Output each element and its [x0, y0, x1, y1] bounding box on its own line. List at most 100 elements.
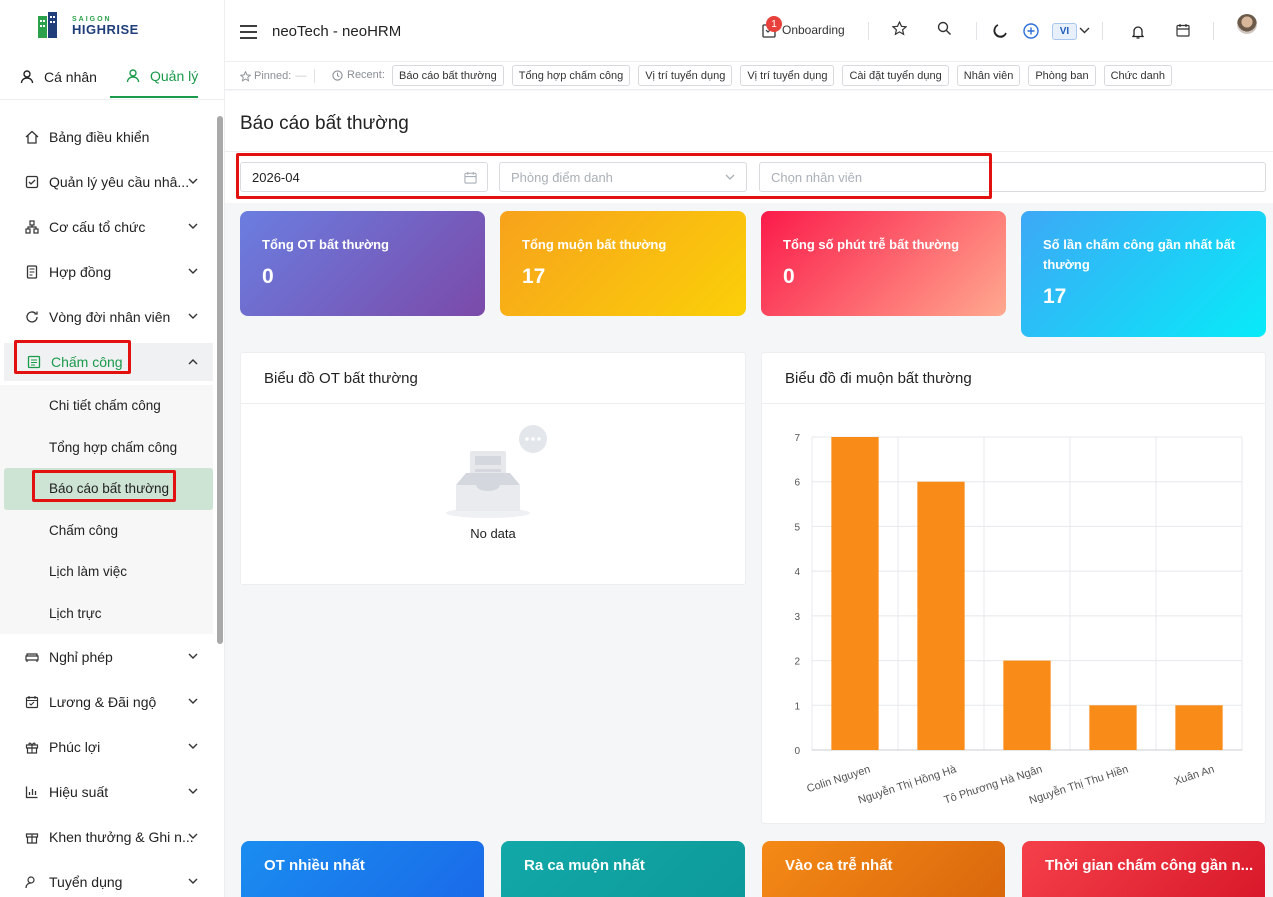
late-chart-panel: Biểu đồ đi muộn bất thường 0 1 2 3 4 5 6 7 Colin… [761, 352, 1266, 824]
clock-icon [332, 69, 343, 81]
card-latest-checkout[interactable]: Ra ca muộn nhất [501, 841, 745, 897]
late-bar-chart: 01234567Colin NguyenNguyễn Thị Hồng HàTô… [794, 433, 1243, 807]
stat-card-latest-check[interactable]: Số lần chấm công gần nhất bất thường 17 [1021, 211, 1266, 337]
stat-value: 0 [783, 265, 795, 288]
sidebar-item-performance[interactable]: Hiệu suất [0, 769, 213, 814]
plus-circle-icon[interactable] [1023, 23, 1039, 39]
sidebar-item-rewards[interactable]: Khen thưởng & Ghi n... [0, 814, 213, 859]
divider [976, 22, 977, 40]
timesheet-submenu: Chi tiết chấm công Tổng hợp chấm công Bá… [0, 385, 213, 634]
moon-icon[interactable] [992, 23, 1008, 39]
sidebar-item-label: Hiệu suất [49, 783, 109, 800]
sidebar-item-label: Chấm công [51, 354, 123, 370]
sidebar-item-contract[interactable]: Hợp đồng [0, 249, 213, 294]
divider [1213, 22, 1214, 40]
empty-state: No data [241, 413, 745, 541]
panel-title: Biểu đồ OT bất thường [241, 353, 745, 404]
user-icon [20, 70, 34, 84]
sidebar-item-lifecycle[interactable]: Vòng đời nhân viên [0, 294, 213, 339]
stat-card-late-minutes[interactable]: Tổng số phút trễ bất thường 0 [761, 211, 1006, 316]
chevron-down-icon [188, 313, 198, 319]
chevron-down-icon[interactable] [1079, 25, 1090, 36]
calendar-icon [464, 171, 477, 184]
card-most-ot[interactable]: OT nhiều nhất [241, 841, 484, 897]
recent-chip[interactable]: Phòng ban [1028, 65, 1096, 86]
avatar[interactable] [1237, 14, 1257, 34]
recent-chip[interactable]: Nhân viên [956, 65, 1021, 86]
sidebar-subitem-summary[interactable]: Tổng hợp chấm công [0, 427, 213, 469]
sidebar-subitem-timesheet[interactable]: Chấm công [0, 510, 213, 552]
divider [314, 69, 316, 83]
chevron-down-icon [188, 268, 198, 274]
sidebar-item-label: Phúc lợi [49, 738, 101, 755]
recent-chip[interactable]: Báo cáo bất thường [392, 65, 504, 86]
stat-value: 17 [1043, 285, 1067, 308]
pinned-section: Pinned: — [240, 69, 316, 83]
sidebar-item-requests[interactable]: Quản lý yêu cầu nhâ... [0, 159, 213, 204]
sidebar-item-salary[interactable]: Lương & Đãi ngộ [0, 679, 213, 724]
recent-chip[interactable]: Cài đặt tuyển dụng [842, 65, 949, 86]
sidebar-item-org[interactable]: Cơ cấu tổ chức [0, 204, 213, 249]
empty-inbox-icon [446, 425, 547, 518]
refresh-icon [24, 309, 40, 325]
filter-bar: 2026-04 Phòng điểm danh Chọn nhân viên [225, 152, 1273, 203]
stat-card-ot[interactable]: Tổng OT bất thường 0 [240, 211, 485, 316]
org-chart-icon [24, 219, 40, 235]
recent-chip[interactable]: Chức danh [1103, 65, 1173, 86]
sidebar-subitem-duty[interactable]: Lịch trực [0, 593, 213, 635]
stat-card-late[interactable]: Tổng muộn bất thường 17 [500, 211, 746, 316]
sidebar-item-label: Hợp đồng [49, 263, 112, 280]
language-selector[interactable]: VI [1052, 23, 1077, 40]
role-tabs: Cá nhân Quản lý [0, 56, 224, 100]
sidebar-subitem-abnormal-report[interactable]: Báo cáo bất thường [4, 468, 213, 510]
stat-label: Tổng số phút trễ bất thường [783, 237, 960, 252]
gift-icon [24, 739, 40, 755]
chevron-down-icon [188, 698, 198, 704]
hamburger-menu-icon[interactable] [240, 25, 257, 39]
sofa-icon [24, 649, 40, 665]
bell-icon[interactable] [1131, 24, 1145, 40]
app-title: neoTech - neoHRM [272, 23, 402, 40]
chevron-up-icon [188, 359, 198, 365]
card-latest-check-time[interactable]: Thời gian chấm công gần n... [1022, 841, 1265, 897]
calendar-icon[interactable] [1176, 23, 1190, 37]
sidebar-item-label: Vòng đời nhân viên [49, 308, 171, 325]
stat-value: 17 [522, 265, 546, 288]
chevron-down-icon [188, 653, 198, 659]
sidebar-subitem-schedule[interactable]: Lịch làm việc [0, 551, 213, 593]
y-tick-label: 3 [794, 612, 800, 623]
recent-chip[interactable]: Tổng hợp chấm công [511, 65, 631, 86]
chevron-down-icon [188, 878, 198, 884]
sidebar-item-label: Khen thưởng & Ghi n... [49, 828, 194, 845]
divider [868, 22, 869, 40]
department-select[interactable]: Phòng điểm danh [499, 162, 747, 192]
star-icon[interactable] [892, 21, 907, 36]
recent-chip[interactable]: Vị trí tuyển dụng [638, 65, 733, 86]
y-tick-label: 6 [794, 478, 800, 489]
brand-logo[interactable]: SAIGON HIGHRISE [36, 12, 139, 40]
month-picker[interactable]: 2026-04 [240, 162, 488, 192]
y-tick-label: 0 [794, 746, 800, 757]
user-icon [126, 69, 140, 83]
recent-chips: Báo cáo bất thường Tổng hợp chấm công Vị… [392, 65, 1180, 86]
chevron-down-icon [188, 223, 198, 229]
tab-admin[interactable]: Quản lý [110, 56, 199, 98]
sidebar-item-label: Cơ cấu tổ chức [49, 218, 146, 235]
onboarding-button[interactable]: 1 Onboarding [762, 16, 845, 38]
sidebar-item-leave[interactable]: Nghỉ phép [0, 634, 213, 679]
tab-personal[interactable]: Cá nhân [0, 56, 110, 98]
department-placeholder: Phòng điểm danh [511, 169, 613, 185]
sidebar-subitem-detail[interactable]: Chi tiết chấm công [0, 385, 213, 427]
sidebar-scrollbar[interactable] [217, 116, 223, 644]
employee-placeholder: Chọn nhân viên [771, 169, 863, 185]
employee-select[interactable]: Chọn nhân viên [759, 162, 1266, 192]
sidebar-item-label: Tuyển dụng [49, 873, 123, 890]
card-latest-checkin[interactable]: Vào ca trễ nhất [762, 841, 1005, 897]
chevron-down-icon [188, 178, 198, 184]
sidebar-item-recruit[interactable]: Tuyển dụng [0, 859, 213, 897]
sidebar-item-timesheet[interactable]: Chấm công [4, 343, 213, 381]
sidebar-item-benefits[interactable]: Phúc lợi [0, 724, 213, 769]
recent-chip[interactable]: Vị trí tuyển dụng [740, 65, 835, 86]
search-icon[interactable] [937, 21, 952, 36]
sidebar-item-dashboard[interactable]: Bảng điều khiển [0, 114, 213, 159]
